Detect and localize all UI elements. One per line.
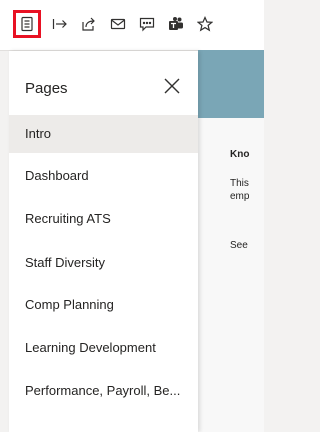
report-text-line: See: [230, 240, 248, 251]
report-canvas: Kno This emp See: [198, 118, 264, 432]
page-item-performance-payroll[interactable]: Performance, Payroll, Be...: [9, 372, 198, 410]
page-item-learning-development[interactable]: Learning Development: [9, 329, 198, 367]
report-toolbar: [0, 0, 264, 51]
report-heading: Kno: [230, 149, 250, 160]
report-header-band: [198, 50, 264, 118]
close-icon: [163, 77, 181, 95]
teams-icon: [168, 16, 184, 32]
email-button[interactable]: [104, 10, 132, 38]
share-icon: [81, 16, 97, 32]
comment-button[interactable]: [133, 10, 161, 38]
pages-pane-button[interactable]: [13, 10, 41, 38]
pages-panel-title: Pages: [25, 80, 68, 97]
close-pages-button[interactable]: [163, 77, 181, 95]
page-item-comp-planning[interactable]: Comp Planning: [9, 286, 198, 324]
expand-button[interactable]: [46, 10, 74, 38]
page-item-recruiting-ats[interactable]: Recruiting ATS: [9, 200, 198, 238]
email-icon: [110, 16, 126, 32]
page-item-dashboard[interactable]: Dashboard: [9, 157, 198, 195]
page-item-intro[interactable]: Intro: [9, 115, 198, 153]
report-text-line: This: [230, 178, 249, 189]
expand-arrow-icon: [52, 16, 68, 32]
share-button[interactable]: [75, 10, 103, 38]
page-item-staff-diversity[interactable]: Staff Diversity: [9, 244, 198, 282]
pages-pane-icon: [19, 16, 35, 32]
pages-panel-header: Pages: [9, 51, 198, 111]
report-text-line: emp: [230, 191, 250, 202]
favorite-button[interactable]: [191, 10, 219, 38]
teams-button[interactable]: [162, 10, 190, 38]
pages-panel: Pages Intro Dashboard Recruiting ATS Sta…: [9, 51, 198, 432]
favorite-star-icon: [197, 16, 213, 32]
comment-icon: [139, 16, 155, 32]
